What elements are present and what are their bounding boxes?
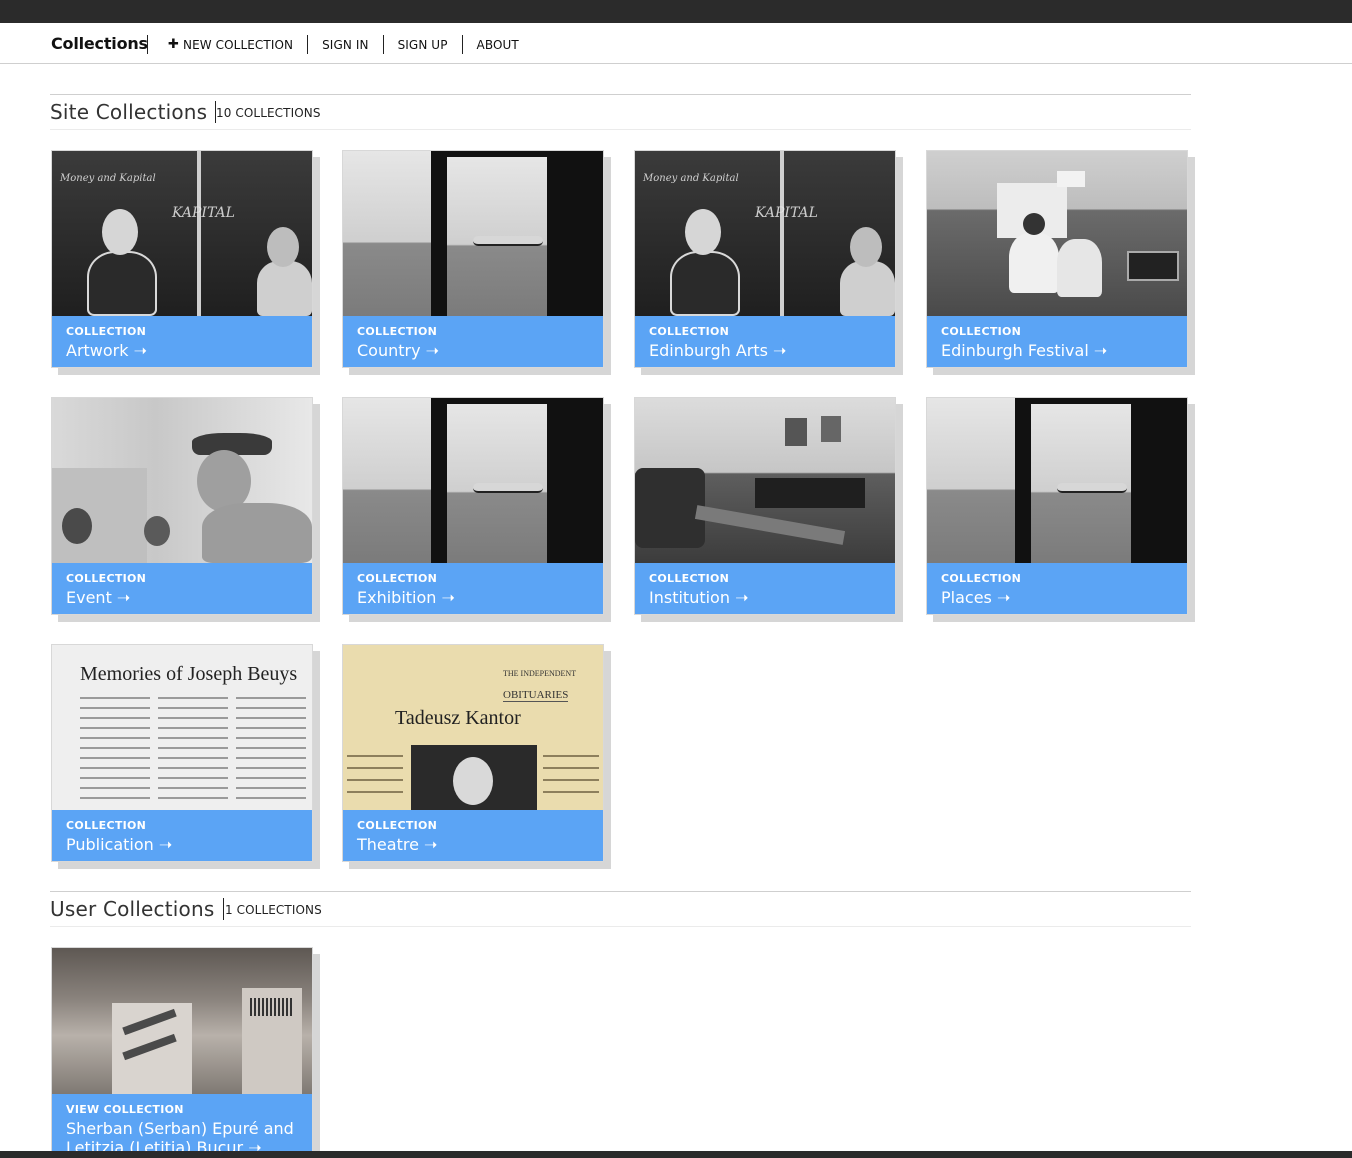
card-kicker: COLLECTION [66, 819, 147, 832]
publication-thumbnail: Memories of Joseph Beuys [52, 645, 312, 810]
card-title[interactable]: Places ➝ [941, 588, 1173, 607]
institution-thumbnail [635, 398, 895, 563]
bottom-bar [0, 1151, 1352, 1158]
edinburgh-festival-thumbnail [927, 151, 1187, 316]
blackboard-text-kapital: KAPITAL [755, 205, 818, 221]
country-thumbnail [343, 151, 603, 316]
collection-card-exhibition[interactable]: COLLECTION Exhibition ➝ [342, 397, 604, 615]
site-collections-header: Site Collections 10 COLLECTIONS [50, 94, 1191, 130]
collection-card-institution[interactable]: COLLECTION Institution ➝ [634, 397, 896, 615]
site-collections-count: 10 COLLECTIONS [216, 106, 321, 120]
collection-card-publication[interactable]: Memories of Joseph Beuys COLLECTION Publ… [51, 644, 313, 862]
publication-label: COLLECTION Publication ➝ [52, 810, 312, 861]
card-title[interactable]: Exhibition ➝ [357, 588, 589, 607]
card-kicker: COLLECTION [941, 325, 1022, 338]
event-label: COLLECTION Event ➝ [52, 563, 312, 614]
new-collection-link[interactable]: ✚ NEW COLLECTION [147, 35, 307, 54]
card-title[interactable]: Institution ➝ [649, 588, 881, 607]
user-collections-title: User Collections [50, 898, 224, 920]
card-title[interactable]: Publication ➝ [66, 835, 298, 854]
user-collection-thumbnail [52, 948, 312, 1094]
exhibition-thumbnail [343, 398, 603, 563]
collection-card-country[interactable]: COLLECTION Country ➝ [342, 150, 604, 368]
top-bar [0, 0, 1352, 23]
event-thumbnail [52, 398, 312, 563]
about-link[interactable]: ABOUT [461, 35, 533, 54]
country-label: COLLECTION Country ➝ [343, 316, 603, 367]
card-title[interactable]: Artwork ➝ [66, 341, 298, 360]
theatre-label: COLLECTION Theatre ➝ [343, 810, 603, 861]
collection-card-places[interactable]: COLLECTION Places ➝ [926, 397, 1188, 615]
card-kicker: COLLECTION [66, 325, 147, 338]
card-kicker: COLLECTION [357, 325, 438, 338]
nav-links: ✚ NEW COLLECTION SIGN IN SIGN UP ABOUT [147, 35, 533, 54]
card-kicker: COLLECTION [941, 572, 1022, 585]
theatre-thumbnail: THE INDEPENDENT OBITUARIES Tadeusz Kanto… [343, 645, 603, 810]
blackboard-text: Money and Kapital [643, 173, 739, 184]
user-collection-card[interactable]: VIEW COLLECTION Sherban (Serban) Epuré a… [51, 947, 313, 1157]
user-collections-count: 1 COLLECTIONS [225, 903, 322, 917]
publication-headline: Memories of Joseph Beuys [80, 663, 298, 685]
places-label: COLLECTION Places ➝ [927, 563, 1187, 614]
navbar: Collections ✚ NEW COLLECTION SIGN IN SIG… [0, 23, 1352, 64]
card-kicker: COLLECTION [357, 819, 438, 832]
edinburgh-festival-label: COLLECTION Edinburgh Festival ➝ [927, 316, 1187, 367]
sign-in-link[interactable]: SIGN IN [307, 35, 382, 54]
artwork-label: COLLECTION Artwork ➝ [52, 316, 312, 367]
user-collection-label: VIEW COLLECTION Sherban (Serban) Epuré a… [52, 1094, 312, 1156]
new-collection-label: NEW COLLECTION [183, 37, 294, 52]
card-kicker: COLLECTION [66, 572, 147, 585]
institution-label: COLLECTION Institution ➝ [635, 563, 895, 614]
places-thumbnail [927, 398, 1187, 563]
sign-up-link[interactable]: SIGN UP [382, 35, 462, 54]
exhibition-label: COLLECTION Exhibition ➝ [343, 563, 603, 614]
card-kicker: COLLECTION [357, 572, 438, 585]
card-title[interactable]: Event ➝ [66, 588, 298, 607]
collection-card-edinburgh-festival[interactable]: COLLECTION Edinburgh Festival ➝ [926, 150, 1188, 368]
edinburgh-arts-thumbnail: Money and Kapital KAPITAL [635, 151, 895, 316]
card-title[interactable]: Country ➝ [357, 341, 589, 360]
card-title[interactable]: Theatre ➝ [357, 835, 589, 854]
site-collections-title: Site Collections [50, 101, 217, 123]
edinburgh-arts-label: COLLECTION Edinburgh Arts ➝ [635, 316, 895, 367]
collection-card-edinburgh-arts[interactable]: Money and Kapital KAPITAL COLLECTION Edi… [634, 150, 896, 368]
user-collections-header: User Collections 1 COLLECTIONS [50, 891, 1191, 927]
card-kicker: COLLECTION [649, 325, 730, 338]
collection-card-theatre[interactable]: THE INDEPENDENT OBITUARIES Tadeusz Kanto… [342, 644, 604, 862]
plus-icon: ✚ [168, 37, 179, 52]
card-kicker: VIEW COLLECTION [66, 1103, 184, 1116]
blackboard-text-kapital: KAPITAL [172, 205, 235, 221]
brand-link[interactable]: Collections [51, 34, 148, 53]
card-kicker: COLLECTION [649, 572, 730, 585]
theatre-masthead: THE INDEPENDENT [503, 669, 577, 678]
theatre-headline: Tadeusz Kantor [395, 707, 521, 729]
blackboard-text: Money and Kapital [60, 173, 156, 184]
collection-card-event[interactable]: COLLECTION Event ➝ [51, 397, 313, 615]
collection-card-artwork[interactable]: Money and Kapital KAPITAL COLLECTION Art… [51, 150, 313, 368]
card-title[interactable]: Edinburgh Arts ➝ [649, 341, 881, 360]
artwork-thumbnail: Money and Kapital KAPITAL [52, 151, 312, 316]
theatre-section: OBITUARIES [503, 689, 569, 702]
card-title[interactable]: Edinburgh Festival ➝ [941, 341, 1173, 360]
